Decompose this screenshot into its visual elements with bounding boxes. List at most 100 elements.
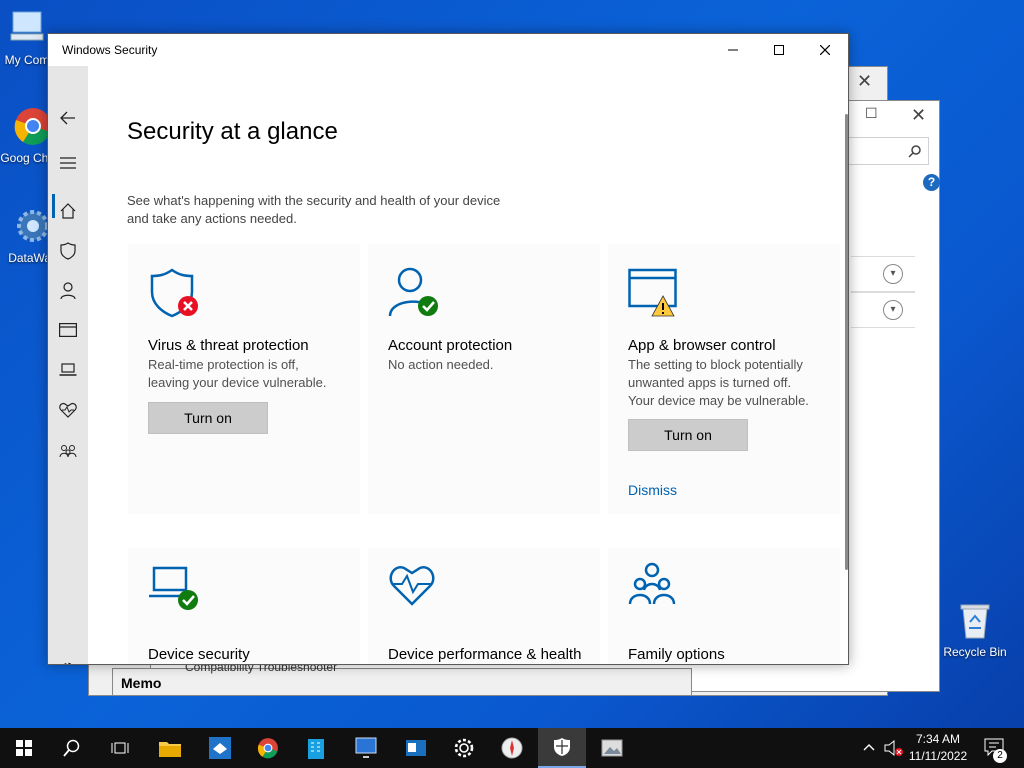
title-bar[interactable]: Windows Security [48, 34, 848, 66]
maximize-icon [774, 45, 784, 55]
taskbar-chrome[interactable] [244, 728, 292, 768]
taskbar: 7:34 AM 11/11/2022 2 [0, 728, 1024, 768]
taskbar-building-app[interactable] [292, 728, 340, 768]
taskbar-app[interactable] [196, 728, 244, 768]
compass-app-icon [501, 737, 523, 759]
close-button[interactable] [802, 34, 848, 66]
shield-error-icon [150, 268, 198, 318]
laptop-icon [59, 363, 77, 376]
outlook-icon [406, 740, 426, 756]
computer-icon [10, 11, 44, 41]
back-button[interactable] [48, 100, 88, 136]
card-title: Virus & threat protection [148, 337, 309, 354]
nav-virus-protection[interactable] [48, 233, 88, 269]
photo-app-icon [601, 739, 623, 757]
monitor-app-icon [355, 737, 377, 758]
card-title: Device performance & health [388, 646, 582, 663]
chrome-icon [257, 738, 278, 759]
card-device-performance-health[interactable]: Device performance & health [368, 548, 600, 664]
search-icon [63, 739, 80, 757]
page-subtitle: See what's happening with the security a… [127, 193, 501, 226]
search-icon [908, 145, 921, 158]
start-button[interactable] [0, 728, 48, 768]
card-title: Account protection [388, 337, 513, 354]
close-icon[interactable]: ✕ [911, 105, 926, 126]
back-arrow-icon [60, 111, 75, 125]
nav-device-performance[interactable] [48, 392, 88, 428]
health-heart-icon [59, 402, 77, 418]
navigation-rail [48, 66, 88, 664]
desktop-icon-recycle-bin[interactable]: Recycle Bin [940, 600, 1010, 659]
taskbar-windows-security[interactable] [538, 728, 586, 768]
windows-security-window[interactable]: Windows Security Security at a glance Se… [47, 33, 849, 665]
expander-row[interactable]: ▾ [851, 256, 915, 292]
turn-on-realtime-protection-button[interactable]: Turn on [148, 402, 268, 434]
hamburger-menu-icon [60, 157, 76, 169]
nav-device-security[interactable] [48, 352, 88, 388]
memo-label: Memo [121, 675, 162, 691]
family-icon [628, 562, 676, 605]
taskbar-file-explorer[interactable] [146, 728, 194, 768]
desktop-icon-label: Recycle Bin [943, 645, 1007, 659]
dismiss-link[interactable]: Dismiss [628, 482, 677, 498]
settings-icon [454, 738, 474, 758]
card-title: Family options [628, 646, 725, 663]
taskbar-settings[interactable] [440, 728, 488, 768]
family-icon [59, 445, 77, 458]
taskbar-photo-app[interactable] [588, 728, 636, 768]
app-icon [209, 737, 231, 759]
card-title: App & browser control [628, 337, 776, 354]
task-view-button[interactable] [96, 728, 144, 768]
clock-time[interactable]: 7:34 AM [902, 731, 974, 747]
close-icon[interactable]: ✕ [857, 71, 872, 92]
card-device-security[interactable]: Device security [128, 548, 360, 664]
card-description: Real-time protection is off, leaving you… [148, 357, 327, 390]
taskbar-monitor-app[interactable] [342, 728, 390, 768]
card-family-options[interactable]: Family options [608, 548, 840, 664]
building-app-icon [308, 739, 324, 759]
turn-on-app-protection-button[interactable]: Turn on [628, 419, 748, 451]
nav-home[interactable] [48, 193, 88, 229]
nav-account-protection[interactable] [48, 273, 88, 309]
windows-security-icon [554, 738, 570, 756]
taskbar-compass-app[interactable] [488, 728, 536, 768]
help-icon[interactable]: ? [923, 174, 940, 191]
nav-app-browser-control[interactable] [48, 312, 88, 348]
card-virus-threat-protection[interactable]: Virus & threat protection Real-time prot… [128, 244, 360, 514]
maximize-icon[interactable]: ☐ [865, 105, 878, 122]
card-app-browser-control[interactable]: App & browser control The setting to blo… [608, 244, 840, 514]
card-description: No action needed. [388, 357, 494, 372]
clock-date[interactable]: 11/11/2022 [902, 748, 974, 764]
chevron-down-icon[interactable]: ▾ [883, 264, 903, 284]
card-account-protection[interactable]: Account protection No action needed. [368, 244, 600, 514]
taskbar-outlook[interactable] [392, 728, 440, 768]
notification-count-badge: 2 [993, 749, 1007, 763]
shield-icon [60, 242, 76, 260]
start-icon [16, 740, 32, 756]
search-input[interactable] [841, 137, 929, 165]
search-button[interactable] [48, 728, 96, 768]
window-title: Windows Security [62, 43, 158, 57]
task-view-icon [111, 742, 129, 754]
main-content: Security at a glance See what's happenin… [88, 66, 848, 664]
chevron-down-icon[interactable]: ▾ [883, 300, 903, 320]
minimize-button[interactable] [710, 34, 756, 66]
volume-muted-icon[interactable] [884, 739, 904, 757]
expander-row[interactable]: ▾ [851, 292, 915, 328]
recycle-bin-icon [960, 604, 990, 639]
maximize-button[interactable] [756, 34, 802, 66]
nav-family-options[interactable] [48, 433, 88, 469]
card-description: The setting to block potentially unwante… [628, 357, 809, 408]
menu-button[interactable] [48, 145, 88, 181]
file-explorer-icon [159, 742, 181, 757]
gear-icon [64, 662, 72, 664]
laptop-ok-icon [149, 566, 198, 610]
page-title: Security at a glance [127, 118, 338, 145]
person-icon [60, 282, 76, 300]
card-title: Device security [148, 646, 250, 663]
chevron-up-icon[interactable] [862, 741, 876, 755]
settings-button[interactable] [48, 652, 88, 664]
home-icon [60, 203, 76, 219]
browser-window-icon [59, 323, 77, 337]
scrollbar[interactable] [845, 114, 848, 570]
